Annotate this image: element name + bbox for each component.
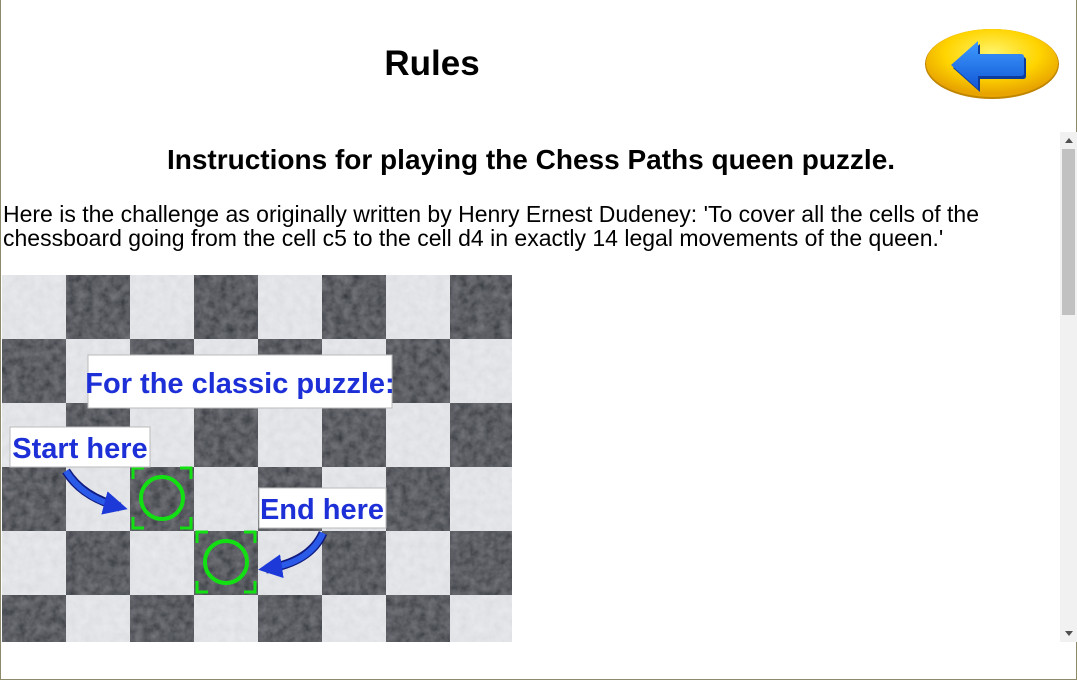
scroll-up-button[interactable] (1060, 132, 1077, 149)
board-square (450, 595, 512, 642)
board-square (322, 275, 386, 339)
board-square (450, 403, 512, 467)
board-square (194, 403, 258, 467)
instructions-heading: Instructions for playing the Chess Paths… (166, 144, 896, 175)
vertical-scrollbar[interactable] (1060, 132, 1077, 642)
rules-content: Instructions for playing the Chess Paths… (2, 132, 1060, 642)
board-square (2, 467, 66, 531)
end-here-label: End here (260, 494, 384, 526)
board-square (450, 467, 512, 531)
triangle-down-icon (1064, 631, 1073, 636)
chessboard-image: For the classic puzzle: Start here End h… (2, 275, 512, 642)
board-square (258, 403, 322, 467)
board-square (450, 531, 512, 595)
board-square (322, 403, 386, 467)
board-square (66, 275, 130, 339)
board-square (194, 595, 258, 642)
back-button[interactable] (923, 27, 1062, 101)
board-square (386, 403, 450, 467)
arrow-left-icon (925, 29, 1059, 99)
board-square (2, 339, 66, 403)
board-square (2, 275, 66, 339)
board-square (386, 467, 450, 531)
board-square (322, 531, 386, 595)
triangle-up-icon (1064, 138, 1073, 143)
board-square (386, 339, 450, 403)
board-square (2, 531, 66, 595)
scrollbar-thumb[interactable] (1062, 149, 1075, 315)
classic-puzzle-label: For the classic puzzle: (85, 368, 394, 400)
start-here-label: Start here (12, 433, 147, 465)
board-square (66, 531, 130, 595)
board-square (258, 595, 322, 642)
board-square (386, 275, 450, 339)
board-square (450, 339, 512, 403)
board-square (386, 531, 450, 595)
board-square (130, 275, 194, 339)
board-square (130, 531, 194, 595)
board-square (450, 275, 512, 339)
board-square (2, 595, 66, 642)
challenge-text: Here is the challenge as originally writ… (3, 201, 979, 251)
board-square (322, 595, 386, 642)
app-window: Rules Instructions for playing the Chess… (0, 0, 1077, 680)
board-square (386, 595, 450, 642)
puzzle-illustration: For the classic puzzle: Start here End h… (2, 275, 512, 642)
scroll-down-button[interactable] (1060, 625, 1077, 642)
page-title: Rules (384, 44, 480, 83)
board-square (194, 467, 258, 531)
board-square (130, 595, 194, 642)
board-square (258, 275, 322, 339)
board-square (66, 595, 130, 642)
board-square (194, 275, 258, 339)
